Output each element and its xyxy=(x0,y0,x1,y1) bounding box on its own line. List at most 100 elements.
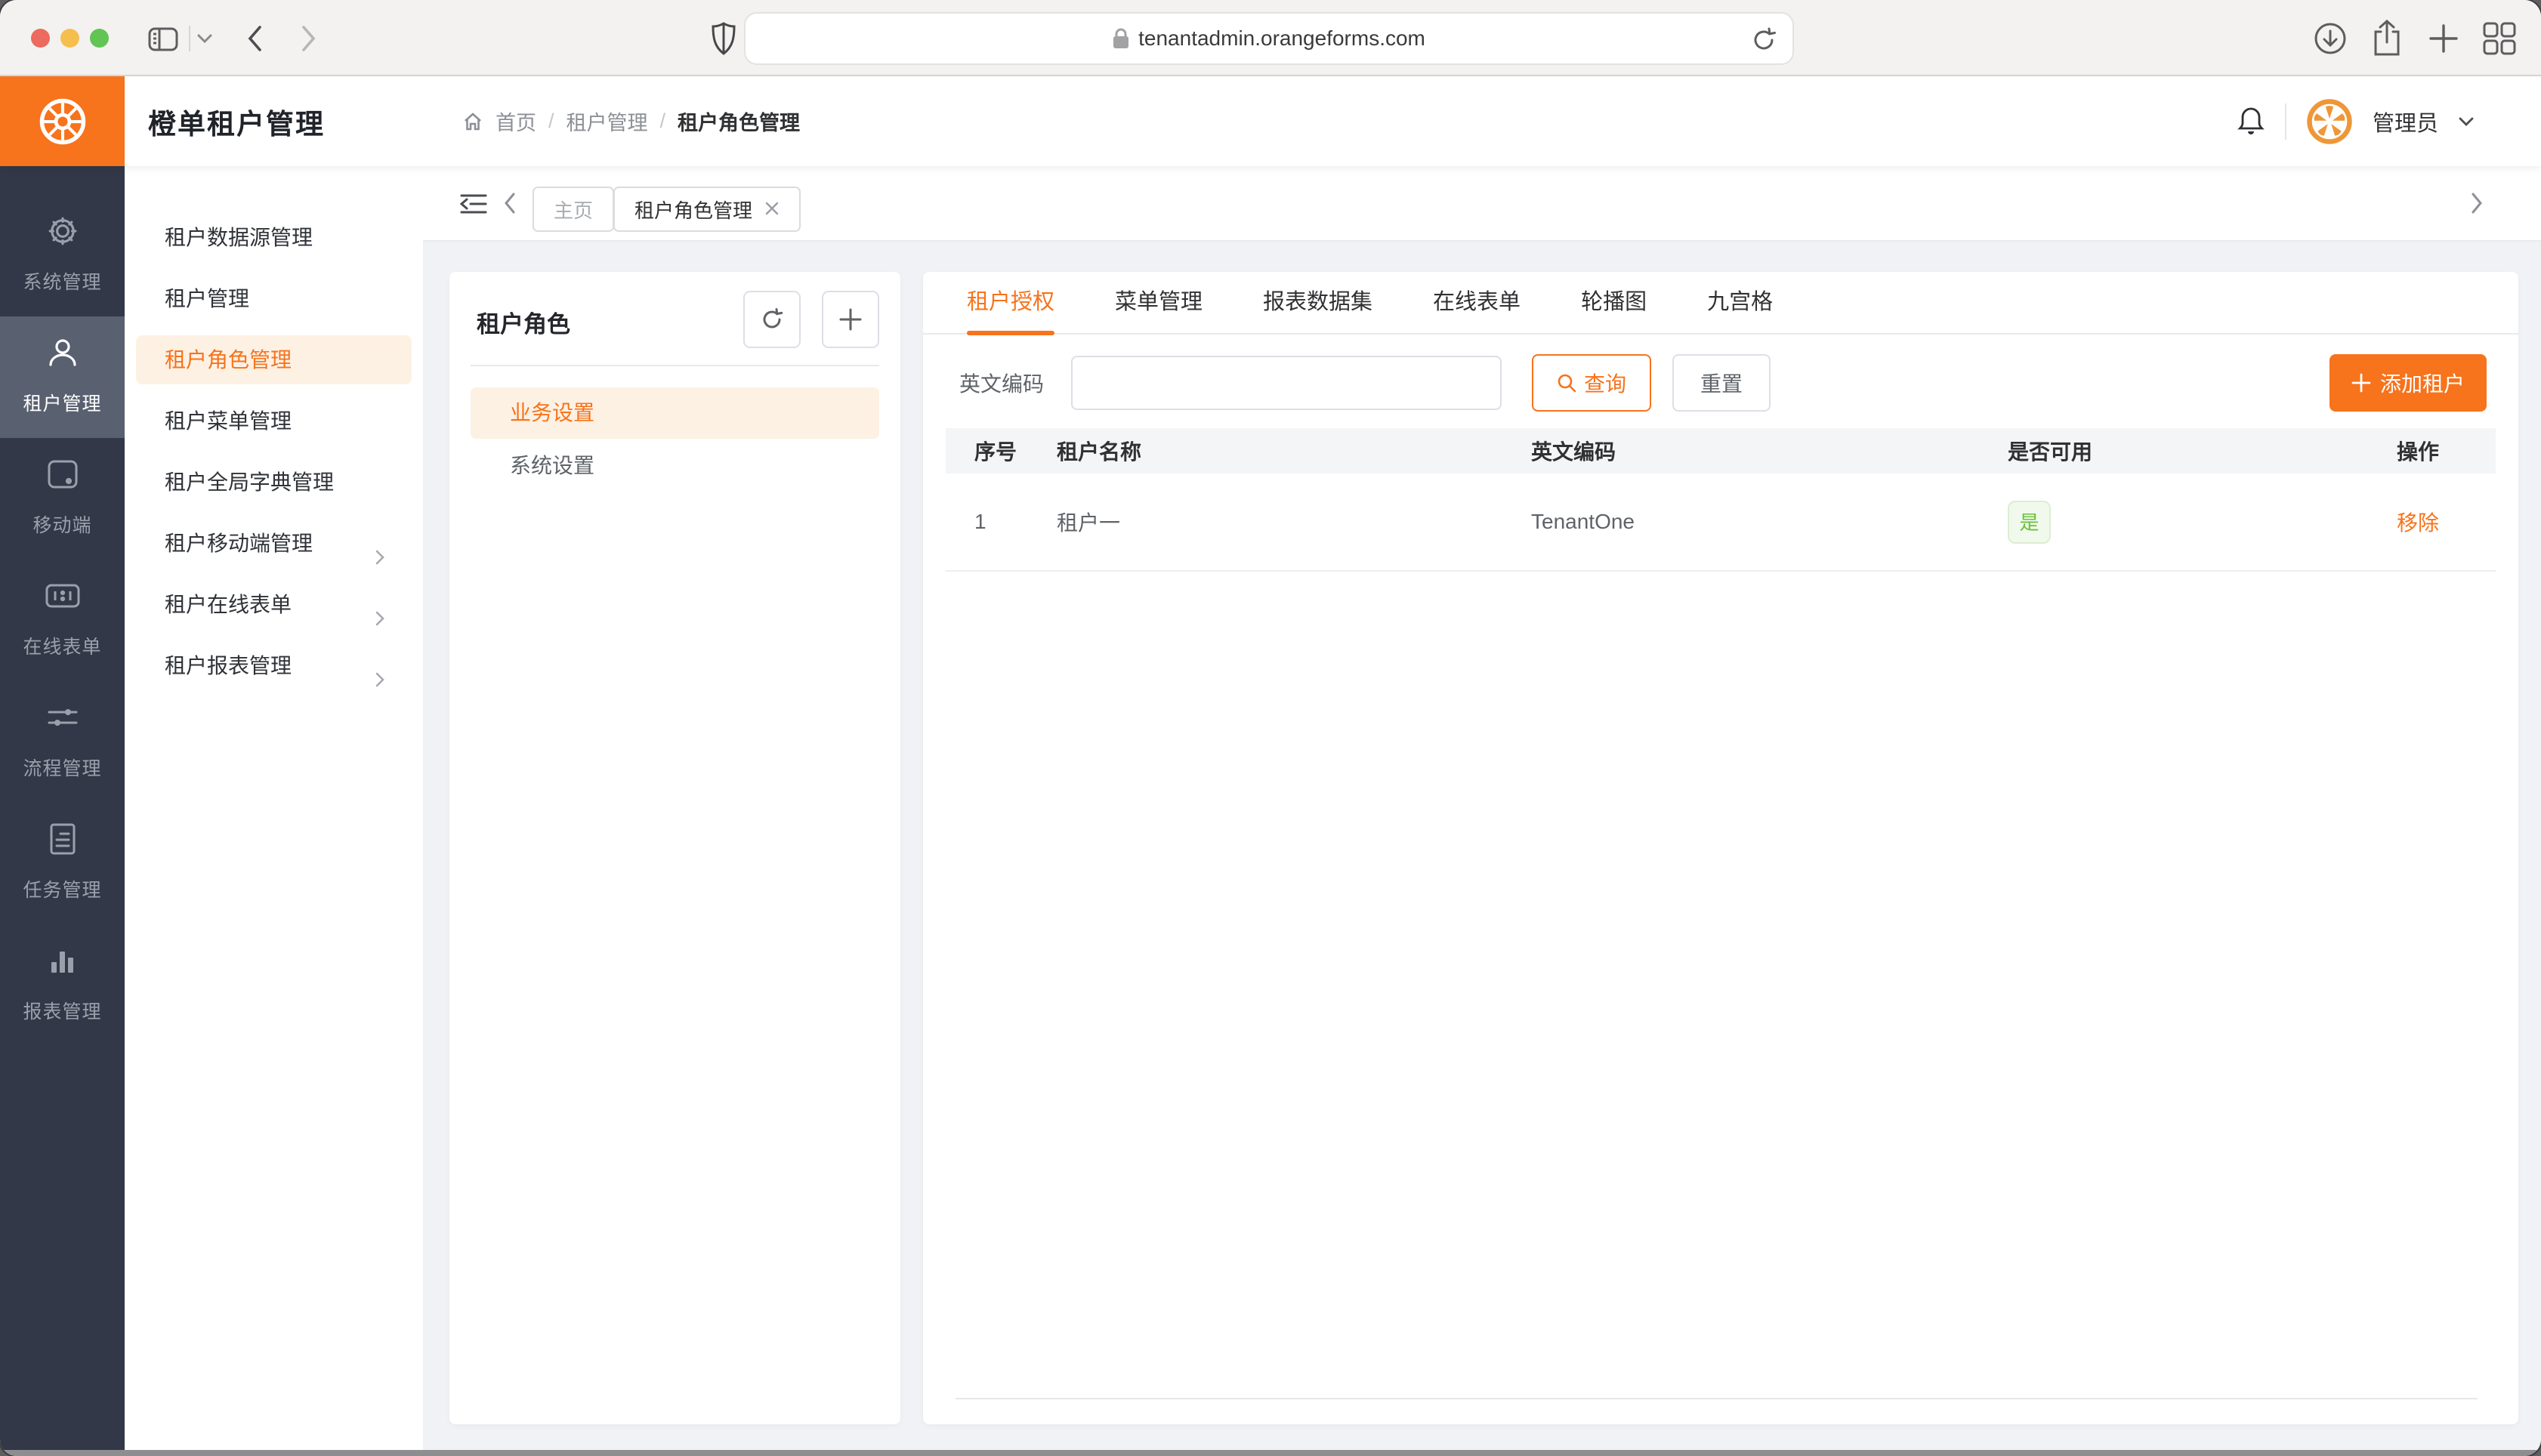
page-tab-tenant-role[interactable]: 租户角色管理 xyxy=(613,187,801,232)
tab-online-form[interactable]: 在线表单 xyxy=(1433,271,1521,334)
page-tabbar: 主页 租户角色管理 xyxy=(423,166,2541,242)
minimize-window-button[interactable] xyxy=(60,29,79,48)
avatar[interactable] xyxy=(2306,98,2353,145)
user-chevron-down-icon[interactable] xyxy=(2458,116,2475,127)
lock-icon xyxy=(1113,27,1129,50)
tab-carousel[interactable]: 轮播图 xyxy=(1581,271,1647,334)
submenu-item-tenant-dict[interactable]: 租户全局字典管理 xyxy=(136,458,412,507)
english-code-input[interactable] xyxy=(1071,356,1502,410)
close-tab-icon[interactable] xyxy=(764,198,780,221)
tab-tenant-auth[interactable]: 租户授权 xyxy=(967,271,1054,334)
tab-report-dataset[interactable]: 报表数据集 xyxy=(1263,271,1372,334)
url-text: tenantadmin.orangeforms.com xyxy=(1138,26,1425,51)
traffic-lights xyxy=(31,29,109,48)
sidebar-item-flow[interactable]: 流程管理 xyxy=(0,681,125,803)
share-icon[interactable] xyxy=(2370,20,2404,57)
breadcrumb-home[interactable]: 首页 xyxy=(496,106,536,136)
plus-icon xyxy=(2351,373,2371,393)
close-window-button[interactable] xyxy=(31,29,50,48)
col-enabled: 是否可用 xyxy=(2008,436,2348,466)
search-icon xyxy=(1557,373,1576,393)
flow-sliders-icon xyxy=(0,701,125,734)
task-document-icon xyxy=(0,822,125,856)
sidebar-item-mobile[interactable]: 移动端 xyxy=(0,438,125,560)
col-action: 操作 xyxy=(2348,436,2496,466)
header-divider xyxy=(2285,103,2286,140)
remove-link[interactable]: 移除 xyxy=(2397,511,2439,535)
orange-wheel-icon xyxy=(38,97,88,147)
submenu-item-tenant-online-form[interactable]: 租户在线表单 xyxy=(136,580,412,629)
panel-bottom-divider xyxy=(956,1398,2478,1399)
chevron-down-icon[interactable] xyxy=(196,33,213,44)
forward-button[interactable] xyxy=(301,25,317,52)
sidebar-item-report[interactable]: 报表管理 xyxy=(0,924,125,1046)
detail-tabs: 租户授权 菜单管理 报表数据集 在线表单 轮播图 九宫格 xyxy=(923,272,2518,335)
sidebar-item-task[interactable]: 任务管理 xyxy=(0,803,125,924)
gear-icon xyxy=(0,214,125,248)
user-icon xyxy=(0,336,125,369)
home-icon xyxy=(462,111,483,132)
reload-icon[interactable] xyxy=(1750,26,1777,54)
tab-grid-nine[interactable]: 九宫格 xyxy=(1707,271,1773,334)
zoom-window-button[interactable] xyxy=(90,29,109,48)
breadcrumb: 首页 / 租户管理 / 租户角色管理 xyxy=(462,76,800,166)
downloads-icon[interactable] xyxy=(2313,21,2348,56)
page-title: 橙单租户管理 xyxy=(148,76,325,166)
tab-overview-icon[interactable] xyxy=(2482,21,2517,56)
app-logo[interactable] xyxy=(0,76,125,166)
collapse-menu-icon[interactable] xyxy=(460,193,487,218)
sidebar-item-online-form[interactable]: 在线表单 xyxy=(0,560,125,681)
status-badge: 是 xyxy=(2008,501,2051,544)
secondary-sidebar: 租户数据源管理 租户管理 租户角色管理 租户菜单管理 租户全局字典管理 租户移动… xyxy=(125,166,423,1450)
submenu-item-tenant-menu[interactable]: 租户菜单管理 xyxy=(136,396,412,446)
mobile-icon xyxy=(0,458,125,491)
tab-scroll-right-icon[interactable] xyxy=(2470,192,2484,218)
chevron-right-icon xyxy=(372,535,387,584)
col-name: 租户名称 xyxy=(1057,436,1531,466)
page-tab-home[interactable]: 主页 xyxy=(533,187,614,232)
role-item-system[interactable]: 系统设置 xyxy=(471,440,879,492)
role-panel-title: 租户角色 xyxy=(477,305,570,339)
tab-scroll-left-icon[interactable] xyxy=(503,192,517,218)
sidebar-item-tenant[interactable]: 租户管理 xyxy=(0,316,125,438)
app-header: 橙单租户管理 首页 / 租户管理 / 租户角色管理 xyxy=(0,76,2541,166)
online-form-icon xyxy=(0,579,125,612)
breadcrumb-section[interactable]: 租户管理 xyxy=(567,106,648,136)
submenu-item-tenant[interactable]: 租户管理 xyxy=(136,274,412,323)
notification-bell-icon[interactable] xyxy=(2237,106,2265,137)
main-area: 主页 租户角色管理 租户角色 xyxy=(423,166,2541,1450)
cell-code: TenantOne xyxy=(1531,510,2008,534)
table-row: 1 租户一 TenantOne 是 移除 xyxy=(946,474,2496,572)
cell-seq: 1 xyxy=(946,510,1057,534)
sidebar-toggle-icon[interactable] xyxy=(148,27,180,51)
role-panel: 租户角色 业务设置 系统设置 xyxy=(449,272,900,1424)
detail-panel: 租户授权 菜单管理 报表数据集 在线表单 轮播图 九宫格 英文编码 查询 重置 xyxy=(923,272,2518,1424)
user-menu[interactable]: 管理员 xyxy=(2373,106,2438,137)
submenu-item-tenant-role[interactable]: 租户角色管理 xyxy=(136,335,412,384)
address-bar[interactable]: tenantadmin.orangeforms.com xyxy=(744,12,1794,65)
privacy-shield-icon[interactable] xyxy=(711,21,736,56)
cell-name: 租户一 xyxy=(1057,507,1531,537)
role-item-business[interactable]: 业务设置 xyxy=(471,387,879,439)
col-seq: 序号 xyxy=(946,436,1057,466)
query-button[interactable]: 查询 xyxy=(1532,354,1651,412)
submenu-item-tenant-report[interactable]: 租户报表管理 xyxy=(136,641,412,690)
primary-sidebar: 系统管理 租户管理 移动端 xyxy=(0,166,125,1450)
table-header: 序号 租户名称 英文编码 是否可用 操作 xyxy=(946,428,2496,474)
refresh-icon xyxy=(760,307,784,332)
submenu-item-datasource[interactable]: 租户数据源管理 xyxy=(136,213,412,262)
chevron-right-icon xyxy=(372,657,387,706)
add-role-button[interactable] xyxy=(822,291,879,348)
search-field-label: 英文编码 xyxy=(959,368,1044,398)
add-tenant-button[interactable]: 添加租户 xyxy=(2330,354,2487,412)
submenu-item-tenant-mobile[interactable]: 租户移动端管理 xyxy=(136,519,412,568)
sidebar-item-system[interactable]: 系统管理 xyxy=(0,195,125,316)
reset-button[interactable]: 重置 xyxy=(1672,354,1771,412)
new-tab-icon[interactable] xyxy=(2428,23,2459,54)
chevron-right-icon xyxy=(372,596,387,645)
refresh-button[interactable] xyxy=(743,291,801,348)
back-button[interactable] xyxy=(246,25,263,52)
tab-menu-manage[interactable]: 菜单管理 xyxy=(1115,271,1203,334)
browser-toolbar: tenantadmin.orangeforms.com xyxy=(0,0,2541,76)
tenant-table: 序号 租户名称 英文编码 是否可用 操作 1 租户一 TenantOne 是 移… xyxy=(946,428,2496,572)
